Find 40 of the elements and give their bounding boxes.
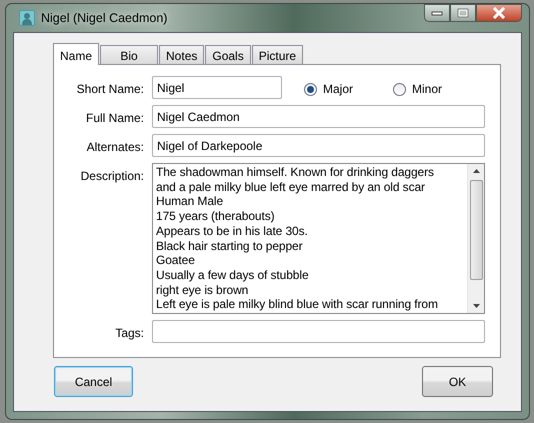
maximize-button[interactable]	[450, 4, 476, 22]
tab[interactable]: Notes	[159, 45, 204, 64]
field-label: Tags:	[114, 325, 145, 342]
window-title: Nigel (Nigel Caedmon)	[41, 10, 168, 27]
radio-button[interactable]	[304, 82, 317, 96]
ok-button[interactable]: OK	[422, 366, 493, 397]
tab[interactable]: Name	[53, 43, 100, 65]
field-label: Full Name:	[84, 110, 145, 127]
radio-button[interactable]	[393, 82, 406, 96]
text-line: Human Male	[156, 194, 224, 210]
text-field[interactable]: Nigel of Darkepoole	[152, 134, 485, 157]
text-line: and a pale milky blue left eye marred by an old scar	[156, 180, 426, 194]
field-label: Description:	[80, 168, 145, 185]
text-field[interactable]: Nigel Caedmon	[152, 105, 485, 128]
minimize-button[interactable]	[424, 4, 450, 22]
text-line: Usually a few days of stubble	[156, 268, 310, 283]
scrollbar[interactable]	[467, 164, 484, 313]
text-line: Appears to be in his late 30s.	[156, 224, 309, 239]
radio-label[interactable]: Minor	[412, 80, 442, 98]
minimize-icon	[431, 10, 443, 16]
close-button[interactable]	[476, 4, 522, 22]
text-line: Goatee	[156, 253, 196, 268]
text-line: Left eye is pale milky blind blue with scar running from	[156, 297, 439, 312]
text-line: 175 years (therabouts)	[156, 209, 276, 224]
tab[interactable]: Picture	[252, 45, 304, 64]
maximize-icon	[457, 8, 469, 18]
description-field[interactable]	[152, 163, 485, 314]
short-name-field[interactable]: Nigel	[152, 76, 282, 99]
text-line: right eye is brown	[156, 282, 250, 298]
cancel-button[interactable]: Cancel	[54, 366, 133, 397]
field-label: Alternates:	[86, 139, 145, 156]
tags-field[interactable]	[152, 320, 485, 343]
radio-label[interactable]: Major	[323, 80, 354, 98]
field-label: Short Name:	[76, 81, 145, 98]
app-icon	[19, 10, 35, 26]
text-line: Black hair starting to pepper	[156, 238, 304, 254]
tab[interactable]: Bio	[100, 45, 158, 64]
tab[interactable]: Goals	[205, 45, 251, 64]
text-line: The shadowman himself. Known for drinking daggers	[156, 165, 435, 180]
close-icon	[492, 7, 506, 19]
